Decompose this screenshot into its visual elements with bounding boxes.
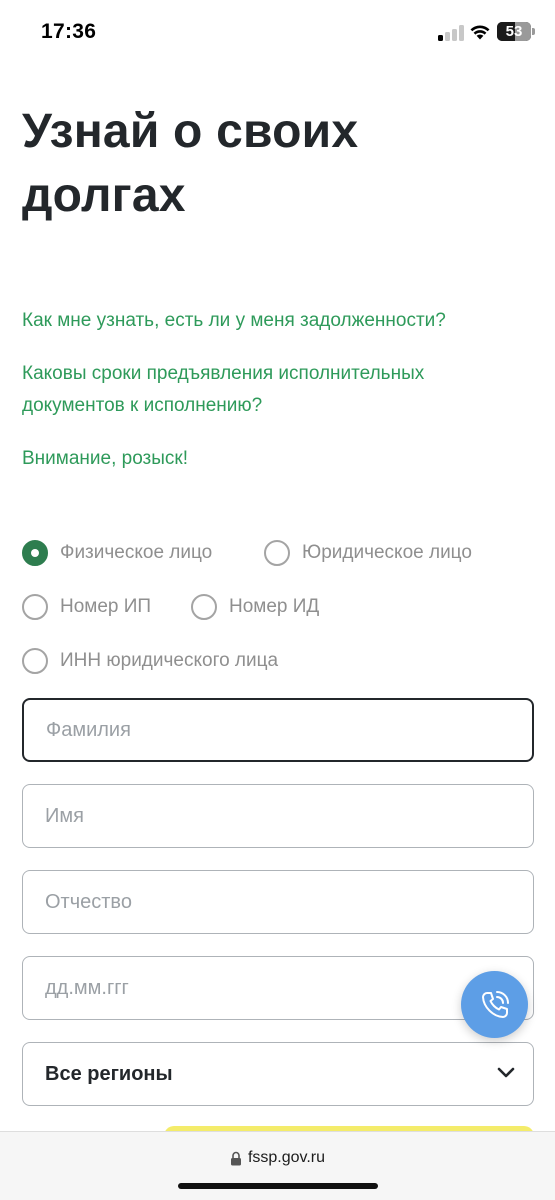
link-deadlines-enforcement-documents[interactable]: Каковы сроки предъявления исполнительных… [22, 358, 492, 422]
radio-label-id-number: Номер ИД [229, 596, 320, 617]
radio-button[interactable] [22, 648, 48, 674]
chevron-down-icon [497, 1067, 515, 1078]
link-wanted-notice[interactable]: Внимание, розыск! [22, 443, 532, 475]
home-indicator[interactable] [178, 1183, 378, 1189]
region-select[interactable]: Все регионы [22, 1042, 534, 1106]
cellular-signal-icon [438, 25, 464, 41]
patronymic-field[interactable] [22, 870, 534, 934]
call-button[interactable] [461, 971, 528, 1038]
patronymic-input[interactable] [23, 871, 533, 933]
radio-legal-entity[interactable]: Юридическое лицо [264, 539, 472, 567]
radio-legal-entity-inn[interactable]: ИНН юридического лица [22, 647, 278, 675]
birth-date-field[interactable] [22, 956, 534, 1020]
first-name-field[interactable] [22, 784, 534, 848]
radio-individual[interactable]: Физическое лицо [22, 539, 212, 567]
radio-label-legal-entity: Юридическое лицо [302, 542, 472, 563]
first-name-input[interactable] [23, 785, 533, 847]
last-name-input[interactable] [24, 700, 532, 760]
radio-id-number[interactable]: Номер ИД [191, 593, 319, 621]
last-name-field[interactable] [22, 698, 534, 762]
phone-call-icon [481, 990, 509, 1018]
radio-button[interactable] [22, 594, 48, 620]
radio-button[interactable] [264, 540, 290, 566]
faq-links: Как мне узнать, есть ли у меня задолженн… [22, 305, 532, 496]
status-time: 17:36 [41, 20, 97, 43]
url-text: fssp.gov.ru [247, 1149, 326, 1166]
radio-ip-number[interactable]: Номер ИП [22, 593, 151, 621]
page-title: Узнай о своих долгах [22, 105, 359, 222]
wifi-icon [470, 25, 490, 40]
radio-label-ip-number: Номер ИП [60, 596, 152, 617]
radio-label-legal-entity-inn: ИНН юридического лица [60, 650, 279, 671]
birth-date-input[interactable] [23, 957, 533, 1019]
status-bar: 17:36 53 [0, 0, 555, 66]
url-row[interactable]: fssp.gov.ru [0, 1149, 555, 1167]
radio-button[interactable] [191, 594, 217, 620]
battery-cap [532, 28, 535, 35]
battery-icon: 53 [497, 22, 531, 41]
lock-icon [230, 1151, 241, 1165]
region-select-value: Все регионы [45, 1063, 173, 1085]
battery-level: 53 [505, 23, 523, 40]
radio-label-individual: Физическое лицо [60, 542, 213, 563]
link-how-to-check-debts[interactable]: Как мне узнать, есть ли у меня задолженн… [22, 305, 532, 337]
browser-address-bar[interactable]: fssp.gov.ru [0, 1131, 555, 1200]
radio-button-checked[interactable] [22, 540, 48, 566]
